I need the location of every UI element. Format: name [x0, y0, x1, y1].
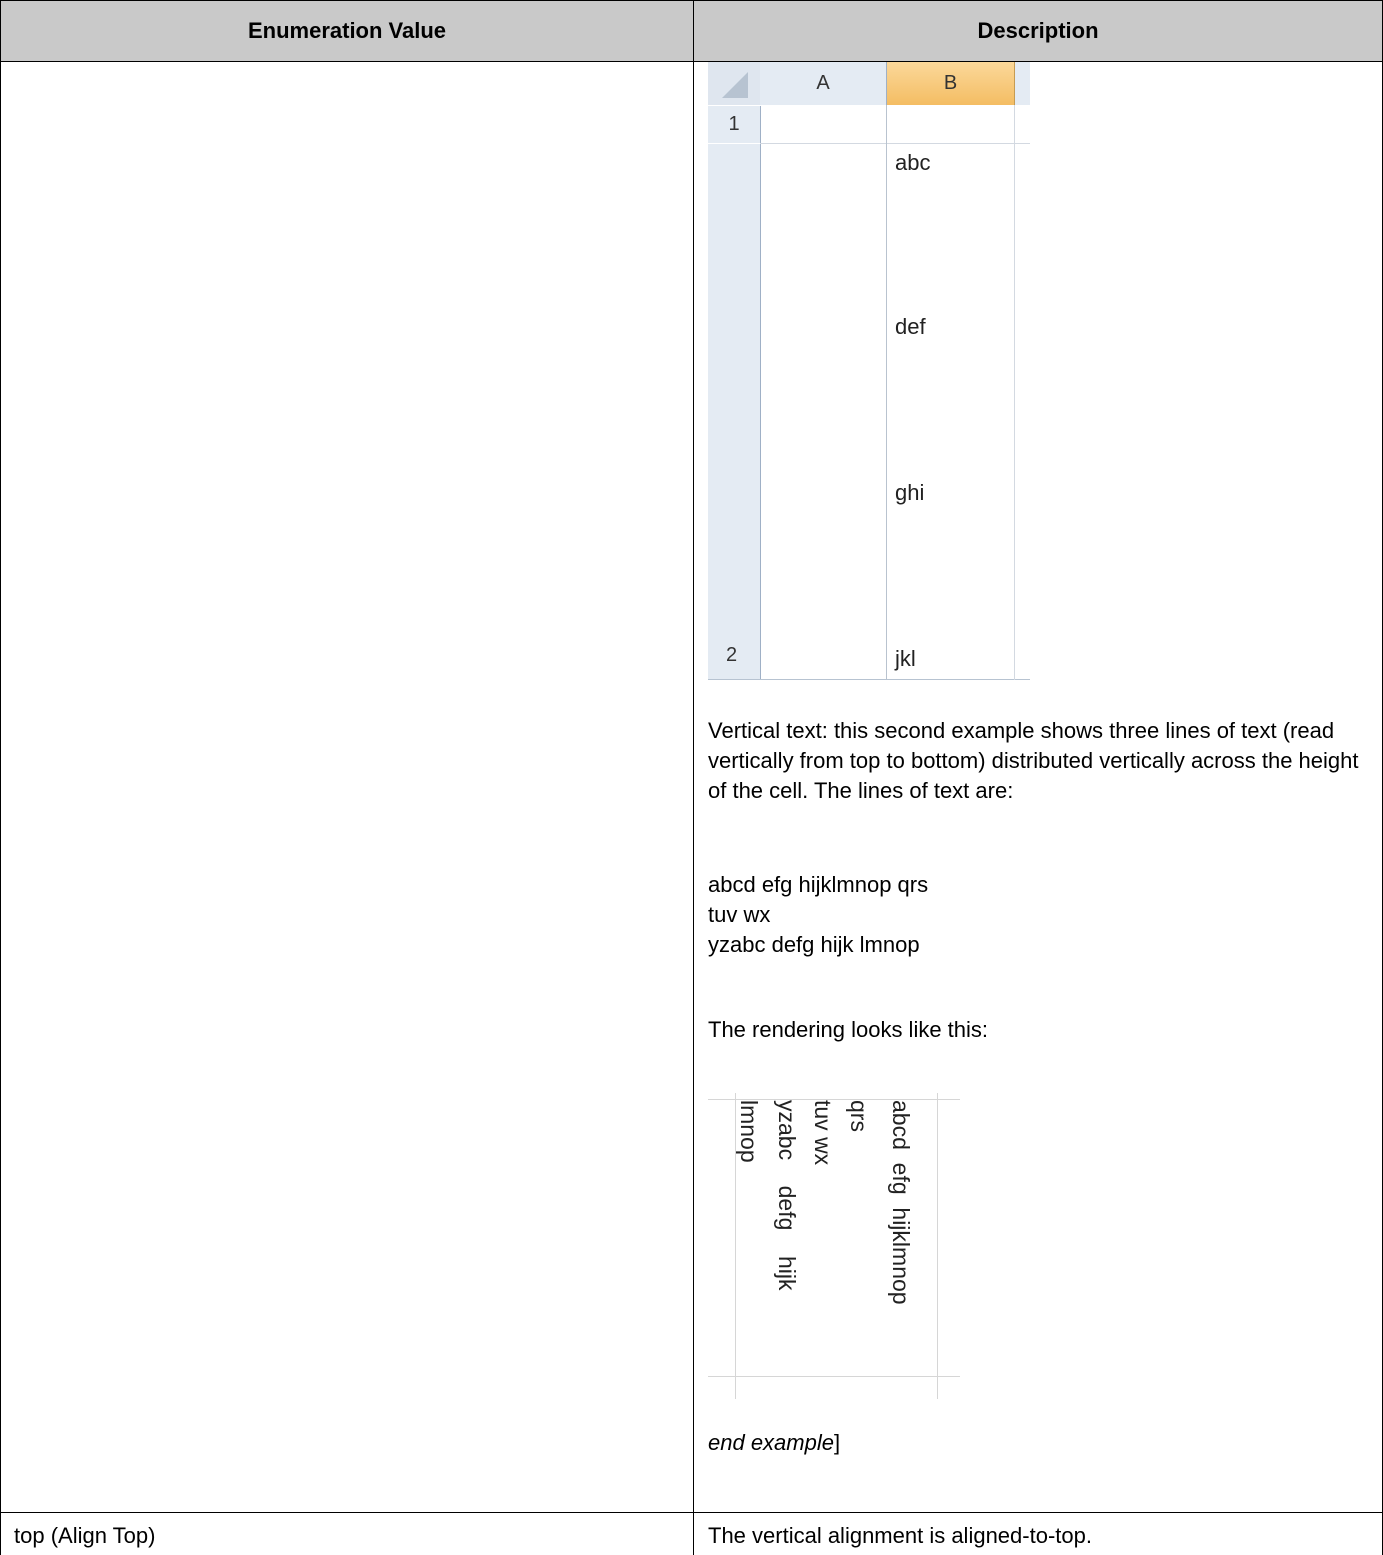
column-header-a: A — [760, 62, 887, 105]
enumeration-table: Enumeration Value Description A B 1 2 ab… — [0, 0, 1383, 1555]
vertical-line-3: tuv wx — [810, 1100, 836, 1166]
end-example-italic: end example — [708, 1430, 834, 1455]
vertical-text-rendering-image: abcd efg hijklmnop qrs tuv wx yzabc defg… — [708, 1093, 960, 1399]
vertical-line-4: yzabc defg hijk — [774, 1100, 800, 1291]
cell-line-abc: abc — [895, 150, 931, 175]
row-header-2-label: 2 — [726, 644, 738, 666]
cell-line-def: def — [895, 314, 926, 339]
grid-line — [886, 105, 887, 680]
select-all-corner — [708, 62, 760, 105]
vertical-line-2: qrs — [846, 1100, 872, 1132]
row-header-2: 2 — [708, 144, 761, 680]
table-border-left — [0, 0, 1, 1555]
text-line-1: abcd efg hijklmnop qrs — [708, 872, 929, 897]
rendering-intro: The rendering looks like this: — [708, 1017, 989, 1042]
row-divider — [0, 1512, 1383, 1513]
cell-line-ghi: ghi — [895, 480, 925, 505]
header-divider — [0, 61, 1383, 62]
header-description: Description — [977, 18, 1099, 43]
grid-line — [760, 143, 1030, 144]
grid-line — [937, 1093, 938, 1399]
column-header-c-partial — [1015, 62, 1030, 105]
cell-line-jkl: jkl — [895, 646, 916, 671]
table-border-top — [0, 0, 1383, 1]
row-header-1: 1 — [708, 106, 761, 143]
grid-line — [1014, 105, 1015, 680]
vertical-text-paragraph: Vertical text: this second example shows… — [708, 718, 1359, 803]
text-line-2: tuv wx — [708, 902, 771, 927]
header-enumeration-value: Enumeration Value — [247, 18, 447, 43]
vertical-line-1: abcd efg hijklmnop — [888, 1100, 914, 1305]
column-header-b: B — [887, 62, 1015, 105]
enum-value-top: top (Align Top) — [14, 1523, 156, 1548]
end-example-bracket: ] — [833, 1430, 841, 1455]
text-line-3: yzabc defg hijk lmnop — [708, 932, 920, 957]
grid-line — [708, 1376, 960, 1377]
grid-line — [708, 679, 1030, 680]
description-top: The vertical alignment is aligned-to-top… — [708, 1523, 1092, 1548]
column-divider — [693, 0, 694, 1555]
spreadsheet-example-image: A B 1 2 abc def ghi jkl — [708, 62, 1030, 680]
end-example: end example] — [708, 1428, 840, 1458]
vertical-line-5: lmnop — [736, 1100, 762, 1163]
